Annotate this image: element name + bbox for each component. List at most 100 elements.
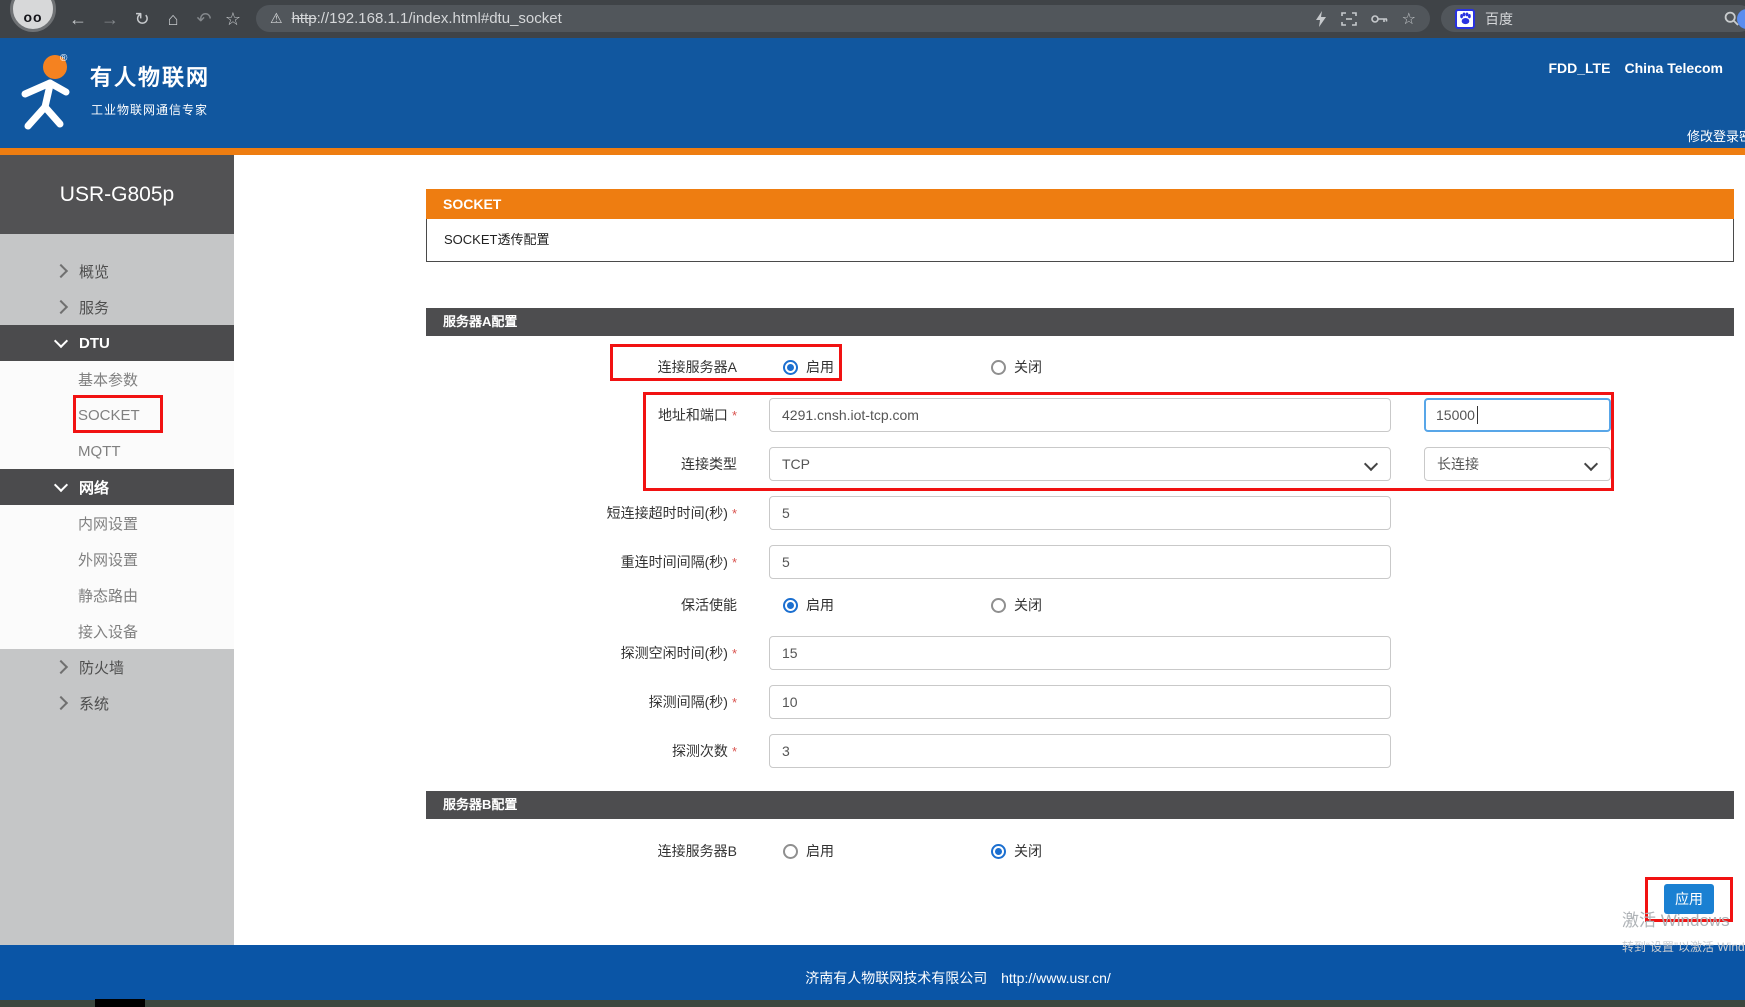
server-a-enable-radio[interactable]: [783, 360, 798, 375]
chevron-down-icon: [54, 334, 68, 348]
connection-type-label: 连接类型: [681, 456, 737, 472]
sidebar-item-lan-settings[interactable]: 内网设置: [0, 505, 234, 541]
disable-label: 关闭: [1014, 841, 1042, 861]
row-connect-server-a: 连接服务器A 启用 关闭: [426, 350, 1738, 384]
probe-interval-input[interactable]: [769, 685, 1391, 719]
sidebar-item-basic-params[interactable]: 基本参数: [0, 361, 234, 397]
sidebar-item-label: DTU: [79, 335, 110, 352]
keepalive-enable-radio[interactable]: [783, 598, 798, 613]
search-box[interactable]: 百度: [1441, 5, 1745, 32]
sidebar-item-label: SOCKET: [78, 407, 140, 424]
sidebar-item-dtu[interactable]: DTU: [0, 325, 234, 361]
connection-type-value: TCP: [782, 456, 810, 472]
back-icon[interactable]: ←: [66, 5, 90, 33]
windows-activation-watermark: 激活 Windows: [1622, 906, 1730, 931]
scan-frame-icon[interactable]: [1341, 12, 1357, 26]
reconnect-interval-input[interactable]: [769, 545, 1391, 579]
undo-icon[interactable]: ↶: [192, 5, 216, 33]
row-probe-idle: 探测空闲时间(秒) *: [426, 636, 1738, 670]
chevron-down-icon: [1364, 457, 1378, 471]
sidebar-item-overview[interactable]: 概览: [0, 253, 234, 289]
short-timeout-input[interactable]: [769, 496, 1391, 530]
usr-logo-icon: [14, 52, 86, 136]
baidu-logo-icon: [1455, 9, 1475, 29]
sidebar-item-socket[interactable]: SOCKET: [0, 397, 234, 433]
sidebar-item-mqtt[interactable]: MQTT: [0, 433, 234, 469]
header-accent-line: [0, 148, 1745, 155]
sidebar-item-label: MQTT: [78, 443, 121, 460]
server-a-host-input[interactable]: [769, 398, 1391, 432]
server-b-section-header: 服务器B配置: [426, 791, 1734, 819]
disable-label: 关闭: [1014, 357, 1042, 377]
server-a-port-input[interactable]: [1424, 398, 1611, 432]
sidebar-item-system[interactable]: 系统: [0, 685, 234, 721]
connection-mode-value: 长连接: [1437, 456, 1479, 472]
row-short-timeout: 短连接超时时间(秒) *: [426, 496, 1738, 530]
keepalive-disable-radio[interactable]: [991, 598, 1006, 613]
forward-icon[interactable]: →: [98, 5, 122, 33]
search-engine-label: 百度: [1485, 9, 1513, 29]
network-type-badge: FDD_LTE: [1548, 60, 1610, 76]
footer-site-link[interactable]: http://www.usr.cn/: [1001, 970, 1111, 986]
probe-idle-label: 探测空闲时间(秒): [621, 645, 728, 661]
home-icon[interactable]: ⌂: [161, 5, 185, 33]
sidebar-item-firewall[interactable]: 防火墙: [0, 649, 234, 685]
connection-type-select[interactable]: TCP: [769, 447, 1391, 481]
lightning-icon[interactable]: [1315, 11, 1327, 27]
sidebar-item-service[interactable]: 服务: [0, 289, 234, 325]
brand-title: 有人物联网: [90, 60, 210, 92]
row-connection-type: 连接类型 TCP 长连接: [426, 447, 1738, 481]
short-timeout-label: 短连接超时时间(秒): [607, 505, 728, 521]
required-mark: *: [732, 506, 737, 521]
reconnect-interval-label: 重连时间间隔(秒): [621, 554, 728, 570]
chevron-right-icon: [54, 264, 68, 278]
device-name: USR-G805p: [0, 155, 234, 234]
row-reconnect-interval: 重连时间间隔(秒) *: [426, 545, 1738, 579]
row-connect-server-b: 连接服务器B 启用 关闭: [426, 834, 1738, 868]
keepalive-label: 保活使能: [681, 597, 737, 613]
registered-mark: ®: [60, 53, 67, 64]
sidebar-item-label: 静态路由: [78, 585, 138, 606]
probe-idle-input[interactable]: [769, 636, 1391, 670]
row-probe-interval: 探测间隔(秒)*: [426, 685, 1738, 719]
server-b-enable-radio[interactable]: [783, 844, 798, 859]
connection-mode-select[interactable]: 长连接: [1424, 447, 1611, 481]
network-status: FDD_LTE China Telecom: [1548, 60, 1723, 76]
chevron-right-icon: [54, 696, 68, 710]
brand-slogan: 工业物联网通信专家: [91, 101, 208, 118]
tab-favicon: oo: [10, 0, 56, 32]
server-b-disable-radio[interactable]: [991, 844, 1006, 859]
server-a-disable-radio[interactable]: [991, 360, 1006, 375]
sidebar-item-wan-settings[interactable]: 外网设置: [0, 541, 234, 577]
status-bar-fragment: [95, 999, 145, 1007]
chevron-down-icon: [54, 478, 68, 492]
connect-server-b-label: 连接服务器B: [658, 843, 737, 859]
page-bookmark-star-icon[interactable]: ☆: [1402, 9, 1416, 29]
sidebar-item-label: 概览: [79, 261, 109, 282]
chevron-right-icon: [54, 660, 68, 674]
sidebar-item-label: 外网设置: [78, 549, 138, 570]
server-a-section-header: 服务器A配置: [426, 308, 1734, 336]
sidebar-item-static-route[interactable]: 静态路由: [0, 577, 234, 613]
url-rest: ://192.168.1.1/index.html#dtu_socket: [317, 10, 562, 27]
enable-label: 启用: [806, 357, 834, 377]
key-icon[interactable]: [1371, 14, 1388, 24]
required-mark: *: [732, 555, 737, 570]
sidebar-item-access-device[interactable]: 接入设备: [0, 613, 234, 649]
reload-icon[interactable]: ↻: [130, 5, 154, 33]
sidebar-item-label: 防火墙: [79, 657, 124, 678]
probe-count-label: 探测次数: [672, 743, 728, 759]
bookmark-star-icon[interactable]: ☆: [221, 5, 245, 33]
chevron-down-icon: [1584, 457, 1598, 471]
required-mark: *: [732, 646, 737, 661]
sidebar-item-label: 服务: [79, 297, 109, 318]
required-mark: *: [732, 695, 737, 710]
change-login-link[interactable]: 修改登录密码: [1687, 126, 1745, 145]
enable-label: 启用: [806, 841, 834, 861]
not-secure-warning-icon[interactable]: ⚠: [270, 10, 283, 27]
url-bar[interactable]: ⚠ http://192.168.1.1/index.html#dtu_sock…: [256, 5, 1430, 32]
sidebar-item-network[interactable]: 网络: [0, 469, 234, 505]
main-content: SOCKET SOCKET透传配置 服务器A配置 连接服务器A 启用 关闭 地址…: [234, 155, 1745, 945]
probe-count-input[interactable]: [769, 734, 1391, 768]
sidebar-item-label: 系统: [79, 693, 109, 714]
